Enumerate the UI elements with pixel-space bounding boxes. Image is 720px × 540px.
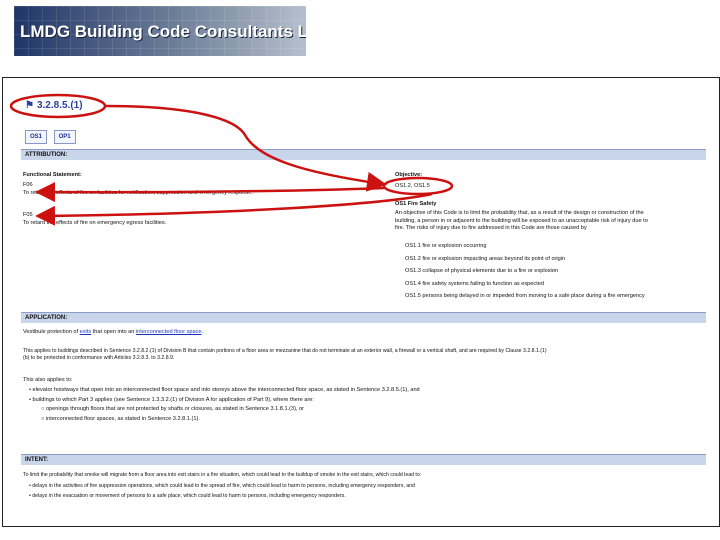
application-para2-line: (b) to be protected in conformance with … [23, 355, 175, 362]
intent-line1: To limit the probability that smoke will… [23, 472, 422, 478]
list-item: ○ interconnected floor spaces, as stated… [41, 415, 200, 422]
exits-link[interactable]: exits [80, 329, 92, 335]
functional-statement-label: Functional Statement: [23, 172, 82, 178]
attribution-header: ATTRIBUTION: [21, 149, 706, 160]
list-item: • delays in the activities of fire suppr… [29, 483, 415, 489]
os1-items: OS1.1 fire or explosion occurring OS1.2 … [405, 243, 700, 301]
os1-intro-line: building, a person in or adjacent to the… [395, 217, 648, 224]
f06-code[interactable]: F06 [23, 182, 33, 190]
also-applies-label: This also applies to: [23, 377, 73, 383]
application-sub-bullets: ○ openings through floors that are not p… [41, 406, 681, 423]
tab-os1[interactable]: OS1 [25, 130, 48, 145]
os1-item: OS1.5 persons being delayed in or impede… [405, 293, 645, 300]
os1-item: OS1.3 collapse of physical elements due … [405, 268, 558, 275]
list-item: ○ openings through floors that are not p… [41, 406, 305, 412]
section-id[interactable]: ⚑ 3.2.8.5.(1) [25, 99, 83, 113]
code-document: ⚑ 3.2.8.5.(1) OS1 OP1 ATTRIBUTION: Functi… [15, 90, 706, 522]
os1-intro-line: An objective of this Code is to limit th… [395, 210, 644, 216]
list-item: • buildings to which Part 3 applies (see… [29, 396, 314, 403]
f06-text: To retard the effects of fire on facilit… [23, 190, 253, 196]
os1-item: OS1.1 fire or explosion occurring [405, 243, 487, 249]
objective-tabs: OS1 OP1 [25, 130, 81, 145]
bookmark-icon: ⚑ [25, 100, 34, 111]
f05-code[interactable]: F05 [23, 212, 33, 220]
list-item: • delays in the evacuation or movement o… [29, 493, 346, 500]
f05-text: To retard the effects of fire on emergen… [23, 220, 167, 226]
os1-title: OS1 Fire Safety [395, 201, 437, 207]
application-header: APPLICATION: [21, 312, 706, 323]
company-name: LMDG Building Code Consultants Ltd. [20, 22, 306, 41]
list-item: • elevator hoistways that open into an i… [29, 387, 420, 393]
os1-item: OS1.4 fire safety systems failing to fun… [405, 280, 544, 287]
objective-value[interactable]: OS1.2, OS1.5 [395, 183, 430, 191]
application-para2-line: This applies to buildings described in S… [23, 348, 547, 354]
application-bullets: • elevator hoistways that open into an i… [29, 387, 689, 404]
application-line1: Vestibule protection of exits that open … [23, 329, 204, 335]
intent-header: INTENT: [21, 454, 706, 465]
objective-label: Objective: [395, 172, 423, 178]
os1-item: OS1.2 fire or explosion impacting areas … [405, 255, 566, 262]
application-para2: This applies to buildings described in S… [23, 348, 698, 362]
company-banner: LMDG Building Code Consultants Ltd. [14, 6, 306, 56]
interconnected-floor-space-link[interactable]: interconnected floor space [136, 329, 202, 335]
os1-intro-line: fire. The risks of injury due to fire ad… [395, 225, 587, 232]
tab-op1[interactable]: OP1 [53, 130, 76, 145]
os1-intro: An objective of this Code is to limit th… [395, 210, 700, 233]
intent-bullets: • delays in the activities of fire suppr… [29, 483, 689, 500]
